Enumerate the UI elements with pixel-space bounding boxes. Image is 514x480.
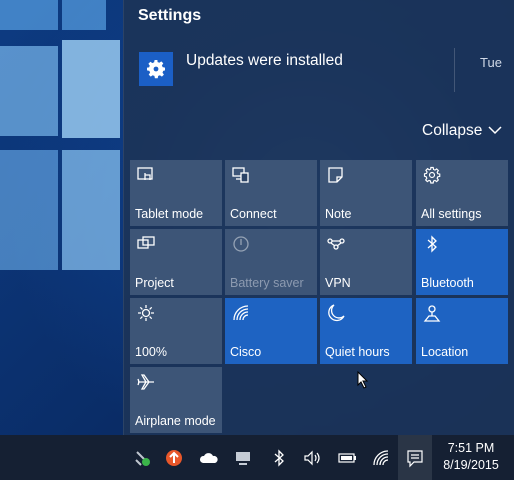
tile-label: 100% [135,345,167,359]
clock-time: 7:51 PM [447,441,495,455]
collapse-button[interactable]: Collapse [422,122,502,140]
tile-label: Tablet mode [135,207,204,221]
up-arrow-app-icon[interactable] [164,448,184,468]
tile-label: All settings [421,207,482,221]
tile-label: Bluetooth [421,276,474,290]
windows-logo-pane [62,40,120,138]
note-icon [326,165,346,185]
vpn-icon [326,234,346,254]
windows-logo-pane [0,0,58,30]
bluetooth-icon [422,234,442,254]
collapse-label: Collapse [422,122,483,139]
tile-airplane-mode[interactable]: Airplane mode [130,367,222,433]
mouse-pointer-icon [357,370,369,389]
chevron-down-icon [488,122,502,140]
tile-label: Connect [230,207,277,221]
tile-brightness[interactable]: 100% [130,298,222,364]
network-app-icon[interactable] [133,448,153,468]
tile-bluetooth[interactable]: Bluetooth [416,229,508,295]
tile-label: Cisco [230,345,262,359]
tile-label: VPN [325,276,351,290]
windows-logo-pane [62,0,106,30]
connect-icon [231,165,251,185]
tile-note[interactable]: Note [320,160,412,226]
tile-battery-saver[interactable]: Battery saver [225,229,317,295]
bluetooth-icon[interactable] [269,448,289,468]
windows-logo-pane [62,150,120,270]
location-icon [422,303,442,323]
tile-label: Location [421,345,469,359]
notification-text: Updates were installed [186,52,343,69]
tile-label: Project [135,276,174,290]
display-icon[interactable] [233,448,253,468]
brightness-icon [136,303,156,323]
gear-icon [422,165,442,185]
notification-updates[interactable]: Updates were installed Tue [134,42,509,102]
moon-icon [326,303,346,323]
tile-label: Quiet hours [325,345,390,359]
clock-date: 8/19/2015 [443,458,499,472]
tile-connect[interactable]: Connect [225,160,317,226]
tile-label: Note [325,207,352,221]
airplane-icon [136,372,156,392]
tile-wifi-cisco[interactable]: Cisco [225,298,317,364]
windows-logo-pane [0,46,58,136]
tile-tablet-mode[interactable]: Tablet mode [130,160,222,226]
tablet-mode-icon [136,165,156,185]
onedrive-icon[interactable] [199,448,219,468]
notification-day: Tue [480,55,502,70]
windows-logo-pane [0,150,58,270]
action-center-icon [405,448,425,468]
taskbar-clock[interactable]: 7:51 PM 8/19/2015 [436,440,506,474]
gear-icon [139,52,173,86]
taskbar: 7:51 PM 8/19/2015 [0,435,514,480]
tile-label: Battery saver [230,276,304,290]
battery-saver-icon [231,234,251,254]
tile-label: Airplane mode [135,414,216,428]
project-icon [136,234,156,254]
wifi-icon [231,303,251,323]
tile-project[interactable]: Project [130,229,222,295]
tile-vpn[interactable]: VPN [320,229,412,295]
tile-location[interactable]: Location [416,298,508,364]
volume-icon[interactable] [302,448,322,468]
action-center-title: Settings [138,7,202,24]
wifi-icon[interactable] [371,448,391,468]
notification-divider [454,48,455,92]
battery-icon[interactable] [337,448,357,468]
tile-all-settings[interactable]: All settings [416,160,508,226]
action-center-button[interactable] [398,435,432,480]
tile-quiet-hours[interactable]: Quiet hours [320,298,412,364]
